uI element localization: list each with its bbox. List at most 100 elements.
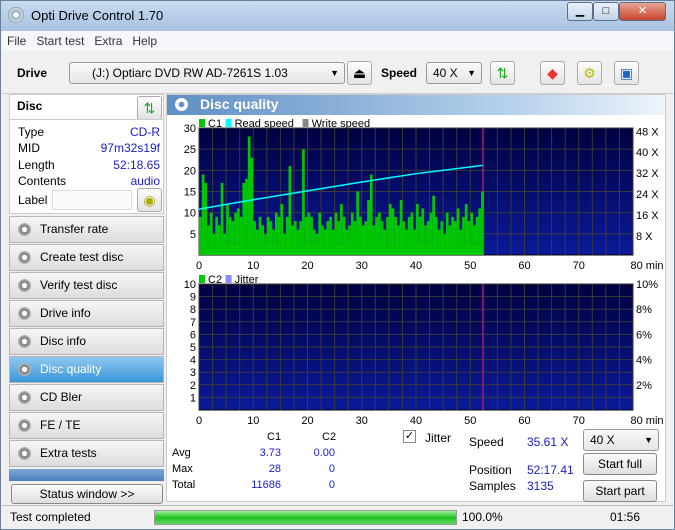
nav-extra-tests[interactable]: Extra tests xyxy=(9,440,164,467)
nav-label: Disc info xyxy=(40,334,87,348)
progress-bar xyxy=(154,510,457,525)
y2-tick-label: 40 X xyxy=(636,147,659,159)
disc-type-value: CD-R xyxy=(130,125,160,139)
disc-length-value: 52:18.65 xyxy=(113,158,160,172)
nav-disc-info[interactable]: Disc info xyxy=(9,328,164,355)
menu-help[interactable]: Help xyxy=(127,31,162,51)
refresh-icon: ⇅ xyxy=(496,65,509,81)
y2-tick-label: 16 X xyxy=(636,210,659,222)
legend-label: Jitter xyxy=(235,274,259,286)
y2-tick-label: 6% xyxy=(636,329,652,341)
nav-label: Transfer rate xyxy=(40,222,109,236)
c1-bar xyxy=(302,149,305,255)
floppy-icon: ▣ xyxy=(619,65,634,81)
max-c2: 0 xyxy=(328,463,335,475)
c1-bar xyxy=(247,136,251,255)
nav-label: Extra tests xyxy=(40,446,97,460)
nav-verify-test-disc[interactable]: Verify test disc xyxy=(9,272,164,299)
menu-extra[interactable]: Extra xyxy=(89,31,127,51)
y2-tick-label: 4% xyxy=(636,355,652,367)
y2-tick-label: 32 X xyxy=(636,168,659,180)
maximize-button[interactable]: □ xyxy=(593,2,619,21)
disc-refresh-button[interactable]: ⇅ xyxy=(137,96,162,120)
legend-swatch xyxy=(225,119,232,127)
total-label: Total xyxy=(172,479,196,491)
speed-select[interactable]: 40 X ▼ xyxy=(426,62,482,84)
y-tick-label: 6 xyxy=(190,329,196,341)
samples-value: 3135 xyxy=(527,479,554,493)
speed-value: 40 X xyxy=(433,66,458,80)
progress-fill xyxy=(155,511,456,524)
settings-button[interactable]: ⚙ xyxy=(577,61,602,85)
nav-drive-info[interactable]: Drive info xyxy=(9,300,164,327)
nav-transfer-rate[interactable]: Transfer rate xyxy=(9,216,164,243)
erase-button[interactable]: ◆ xyxy=(540,61,565,85)
nav-create-test-disc[interactable]: Create test disc xyxy=(9,244,164,271)
y-tick-label: 10 xyxy=(184,208,196,220)
disc-icon xyxy=(18,363,31,376)
legend-label: Read speed xyxy=(235,118,294,130)
test-speed-select[interactable]: 40 X ▼ xyxy=(583,429,659,451)
y2-tick-label: 24 X xyxy=(636,189,659,201)
menu-file[interactable]: File xyxy=(2,31,31,51)
legend-swatch xyxy=(199,119,205,127)
nav-label: Disc quality xyxy=(40,362,102,376)
disc-icon xyxy=(18,279,31,292)
nav-label: Verify test disc xyxy=(40,278,118,292)
jitter-checkbox[interactable]: ✓ xyxy=(403,430,416,443)
nav-label: FE / TE xyxy=(40,418,81,432)
disc-icon xyxy=(18,251,31,264)
nav-cd-bler[interactable]: CD Bler xyxy=(9,384,164,411)
disc-quality-icon xyxy=(175,98,188,111)
eject-icon: ⏏ xyxy=(352,65,367,81)
label-disc-button[interactable]: ◉ xyxy=(137,188,162,212)
x-tick-label: 10 xyxy=(247,260,259,272)
test-speed-value: 40 X xyxy=(590,433,615,447)
refresh-button[interactable]: ⇅ xyxy=(490,61,515,85)
legend-swatch xyxy=(199,275,205,283)
drive-select[interactable]: (J:) Optiarc DVD RW AD-7261S 1.03 ▼ xyxy=(69,62,345,84)
y-tick-label: 15 xyxy=(184,187,196,199)
nav-disc-quality[interactable]: Disc quality xyxy=(9,356,164,383)
y-tick-label: 4 xyxy=(190,355,196,367)
y-tick-label: 7 xyxy=(190,317,196,329)
y-tick-label: 10 xyxy=(184,279,196,291)
drive-value: (J:) Optiarc DVD RW AD-7261S 1.03 xyxy=(92,66,288,80)
c1-bar xyxy=(204,183,208,255)
minimize-button[interactable]: ▁ xyxy=(567,2,593,21)
y-tick-label: 3 xyxy=(190,367,196,379)
y-tick-label: 8 xyxy=(190,304,196,316)
nav-label: Drive info xyxy=(40,306,91,320)
app-window: Opti Drive Control 1.70 ▁ □ ✕ File Start … xyxy=(0,0,675,530)
menu-start-test[interactable]: Start test xyxy=(31,31,89,51)
x-tick-label: 70 xyxy=(573,260,585,272)
x-tick-label: 40 xyxy=(410,415,422,427)
samples-label: Samples xyxy=(469,479,516,493)
status-window-button[interactable]: Status window >> xyxy=(11,484,163,504)
disc-icon xyxy=(18,223,31,236)
close-button[interactable]: ✕ xyxy=(619,2,666,21)
nav-label: Create test disc xyxy=(40,250,124,264)
jitter-label: Jitter xyxy=(425,431,452,445)
total-c2: 0 xyxy=(328,479,335,491)
panel-title: Disc quality xyxy=(200,96,279,112)
c1-bar xyxy=(481,191,484,255)
x-tick-label: 30 xyxy=(356,260,368,272)
c1-bar xyxy=(220,183,224,255)
drive-label: Drive xyxy=(17,66,48,80)
x-tick-label: 60 xyxy=(518,260,530,272)
save-button[interactable]: ▣ xyxy=(614,61,639,85)
avg-c2: 0.00 xyxy=(313,447,335,459)
label-input[interactable] xyxy=(52,190,132,210)
start-part-button[interactable]: Start part xyxy=(583,480,657,502)
nav-fe-te[interactable]: FE / TE xyxy=(9,412,164,439)
eject-button[interactable]: ⏏ xyxy=(347,61,372,85)
title-bar: Opti Drive Control 1.70 ▁ □ ✕ xyxy=(1,1,674,31)
disc-length-row: Length 52:18.65 xyxy=(18,158,160,172)
y2-tick-label: 10% xyxy=(636,279,658,291)
y-tick-label: 5 xyxy=(190,229,196,241)
gears-icon: ⚙ xyxy=(583,65,596,81)
disc-mid-value: 97m32s19f xyxy=(100,141,160,155)
start-full-button[interactable]: Start full xyxy=(583,453,657,475)
y2-tick-label: 8 X xyxy=(636,231,653,243)
